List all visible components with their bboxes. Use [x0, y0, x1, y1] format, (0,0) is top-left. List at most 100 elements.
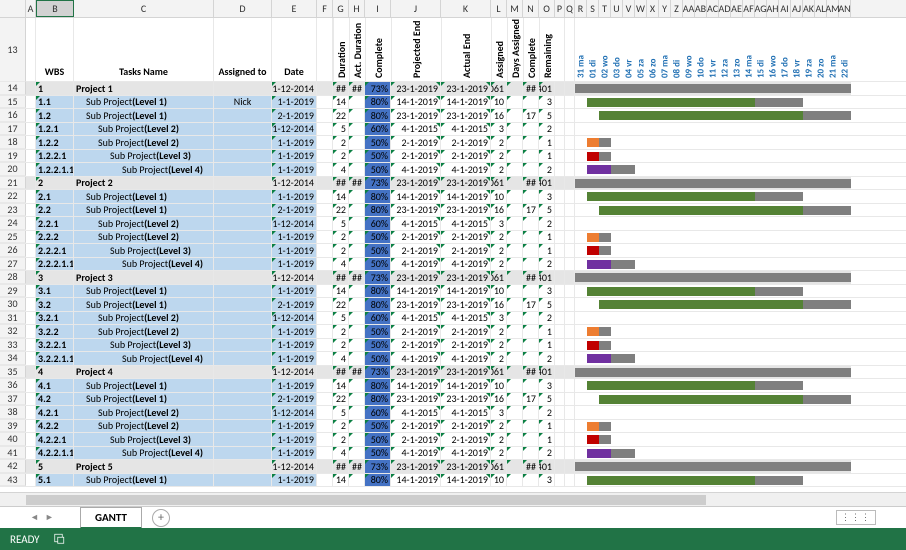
cell[interactable] — [317, 393, 333, 406]
header-cell[interactable]: Assigned to — [214, 18, 272, 81]
cell[interactable] — [565, 420, 575, 433]
cell[interactable]: 1.2.2.1 — [36, 150, 74, 163]
cell[interactable]: 1-1-2019 — [272, 244, 317, 257]
cell[interactable]: 1-1-2019 — [272, 150, 317, 163]
cell[interactable]: 16 — [491, 109, 507, 122]
cell[interactable]: 3.2.2.1 — [36, 339, 74, 352]
cell[interactable]: 80% — [365, 298, 391, 311]
cell[interactable]: 50% — [365, 150, 391, 163]
cell[interactable] — [523, 325, 539, 338]
cell[interactable] — [523, 96, 539, 109]
cell[interactable] — [317, 96, 333, 109]
cell[interactable] — [565, 177, 575, 190]
header-cell[interactable]: 31 ma — [575, 18, 587, 81]
cell[interactable]: 5 — [333, 312, 349, 325]
cell[interactable]: 2-1-2019 — [391, 325, 441, 338]
cell[interactable] — [565, 339, 575, 352]
tab-options-icon[interactable]: ⋮⋮⋮ — [836, 510, 876, 525]
cell[interactable] — [555, 150, 565, 163]
cell[interactable]: Sub Project (Level 2) — [74, 231, 214, 244]
cell[interactable] — [317, 231, 333, 244]
cell[interactable] — [214, 109, 272, 122]
cell[interactable] — [349, 123, 365, 136]
cell[interactable] — [349, 190, 365, 203]
cell[interactable]: 31-12-2014 — [272, 123, 317, 136]
col-header-D[interactable]: D — [214, 0, 272, 17]
cell[interactable] — [317, 190, 333, 203]
cell[interactable]: 1 — [539, 433, 555, 446]
cell[interactable]: 2 — [491, 352, 507, 365]
cell[interactable]: 2 — [491, 244, 507, 257]
cell[interactable] — [317, 217, 333, 230]
cell[interactable] — [565, 244, 575, 257]
cell[interactable]: 23-1-2019 — [391, 366, 441, 379]
header-cell[interactable]: Remaining — [539, 18, 555, 81]
cell[interactable] — [349, 96, 365, 109]
cell[interactable] — [555, 109, 565, 122]
cell[interactable]: 14 — [333, 190, 349, 203]
cell[interactable] — [214, 298, 272, 311]
cell[interactable]: 4 — [333, 258, 349, 271]
cell[interactable] — [507, 352, 523, 365]
cell[interactable] — [349, 474, 365, 487]
cell[interactable]: 3.2 — [36, 298, 74, 311]
cell[interactable]: 2 — [539, 123, 555, 136]
table-row[interactable]: 212Project 231-12-2014####73%23-1-201923… — [0, 177, 906, 191]
cell[interactable] — [555, 312, 565, 325]
cell[interactable]: 31-12-2014 — [272, 271, 317, 284]
cell[interactable]: 4-1-2019 — [391, 258, 441, 271]
cell[interactable]: 3 — [539, 379, 555, 392]
col-header-AA[interactable]: AA — [683, 0, 695, 17]
cell[interactable] — [565, 82, 575, 95]
cell[interactable] — [317, 433, 333, 446]
cell[interactable] — [507, 325, 523, 338]
cell[interactable] — [349, 352, 365, 365]
cell[interactable]: 2 — [539, 258, 555, 271]
header-cell[interactable]: 01 di — [587, 18, 599, 81]
cell[interactable] — [214, 150, 272, 163]
cell[interactable] — [214, 217, 272, 230]
cell[interactable] — [349, 298, 365, 311]
table-row[interactable]: 201.2.2.1.1Sub Project (Level 4)1-1-2019… — [0, 163, 906, 177]
row-number[interactable]: 35 — [0, 366, 26, 379]
row-number[interactable]: 14 — [0, 82, 26, 95]
cell[interactable]: 31-12-2014 — [272, 217, 317, 230]
cell[interactable]: 50% — [365, 325, 391, 338]
cell[interactable]: 4-1-2015 — [441, 406, 491, 419]
cell[interactable]: 73% — [365, 460, 391, 473]
cell[interactable] — [214, 190, 272, 203]
col-header-AF[interactable]: AF — [743, 0, 755, 17]
cell[interactable]: 5 — [539, 109, 555, 122]
cell[interactable] — [555, 460, 565, 473]
header-cell[interactable]: 02 wo — [599, 18, 611, 81]
cell[interactable]: Sub Project (Level 2) — [74, 406, 214, 419]
table-row[interactable]: 364.1Sub Project (Level 1)1-1-20191480%1… — [0, 379, 906, 393]
cell[interactable] — [317, 352, 333, 365]
cell[interactable] — [349, 312, 365, 325]
cell[interactable] — [214, 460, 272, 473]
cell[interactable]: 3 — [539, 474, 555, 487]
cell[interactable]: 10 — [491, 190, 507, 203]
cell[interactable] — [317, 285, 333, 298]
cell[interactable]: 23-1-2019 — [441, 393, 491, 406]
cell[interactable]: 1-1-2019 — [272, 136, 317, 149]
cell[interactable]: 23-1-2019 — [441, 366, 491, 379]
table-row[interactable]: 333.2.2.1Sub Project (Level 3)1-1-201925… — [0, 339, 906, 353]
row-number[interactable]: 19 — [0, 150, 26, 163]
cell[interactable]: 5 — [539, 204, 555, 217]
cell[interactable]: 2 — [539, 406, 555, 419]
cell[interactable]: 2 — [491, 447, 507, 460]
table-row[interactable]: 323.2.2Sub Project (Level 2)1-1-2019250%… — [0, 325, 906, 339]
cell[interactable]: 80% — [365, 379, 391, 392]
cell[interactable]: Sub Project (Level 1) — [74, 298, 214, 311]
header-cell[interactable]: Projected End — [391, 18, 441, 81]
cell[interactable] — [214, 339, 272, 352]
col-header-AB[interactable]: AB — [695, 0, 707, 17]
cell[interactable]: 5 — [539, 298, 555, 311]
header-cell[interactable]: Duration — [333, 18, 349, 81]
cell[interactable]: 2 — [333, 420, 349, 433]
cell[interactable] — [555, 474, 565, 487]
cell[interactable]: 23-1-2019 — [441, 460, 491, 473]
cell[interactable]: Project 4 — [74, 366, 214, 379]
cell[interactable]: 4-1-2019 — [441, 163, 491, 176]
